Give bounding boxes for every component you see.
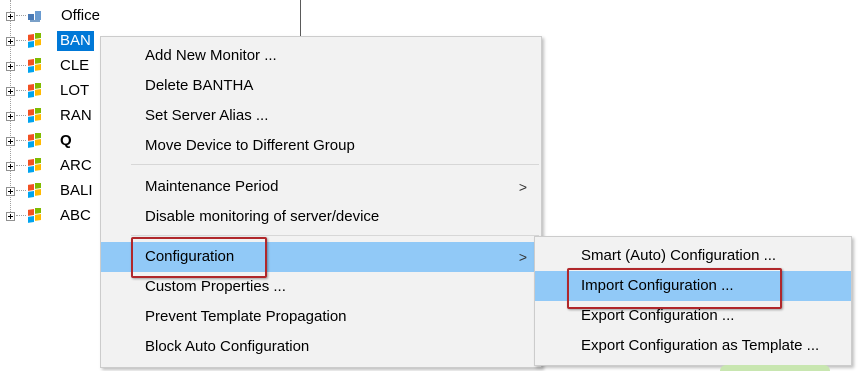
highlight-callout-import-configuration [567,268,782,309]
tree-item-label: RAN [60,107,92,124]
menu-item-maintenance-period[interactable]: Maintenance Period > [101,172,541,202]
expand-icon[interactable] [6,61,15,71]
expand-icon[interactable] [6,11,15,21]
tree-item-label: Office [61,7,100,24]
submenu-arrow-icon: > [518,249,527,265]
tree-item-label: Q [60,132,72,149]
expand-icon[interactable] [6,186,15,196]
tree-item-label: LOT [60,82,90,99]
windows-server-icon [28,183,41,198]
menu-item-label: Export Configuration as Template ... [581,337,820,354]
windows-server-icon [28,108,41,123]
windows-server-icon [28,158,41,173]
background-shape [720,365,830,371]
tree-item-label: BAN [57,31,94,51]
windows-server-icon [28,208,41,223]
tree-item-label: ARC [60,157,92,174]
menu-item-label: Export Configuration ... [581,307,735,324]
menu-item-set-server-alias[interactable]: Set Server Alias ... [101,101,541,131]
menu-item-label: Prevent Template Propagation [145,308,347,325]
menu-item-label: Delete BANTHA [145,77,254,94]
menu-item-disable-monitoring[interactable]: Disable monitoring of server/device [101,202,541,232]
expand-icon[interactable] [6,211,15,221]
menu-item-label: Custom Properties ... [145,278,286,295]
menu-item-delete[interactable]: Delete BANTHA [101,71,541,101]
windows-server-icon [28,133,41,148]
expand-icon[interactable] [6,36,15,46]
windows-server-icon [28,58,41,73]
menu-item-label: Disable monitoring of server/device [145,208,380,225]
windows-server-icon [28,83,41,98]
menu-item-label: Smart (Auto) Configuration ... [581,247,777,264]
menu-item-add-new-monitor[interactable]: Add New Monitor ... [101,41,541,71]
menu-item-move-device[interactable]: Move Device to Different Group [101,131,541,161]
submenu-arrow-icon: > [518,179,527,195]
submenu-item-export-configuration-template[interactable]: Export Configuration as Template ... [535,331,851,361]
menu-item-label: Add New Monitor ... [145,47,277,64]
menu-item-label: Block Auto Configuration [145,338,310,355]
expand-icon[interactable] [6,136,15,146]
submenu-item-smart-configuration[interactable]: Smart (Auto) Configuration ... [535,241,851,271]
expand-icon[interactable] [6,111,15,121]
tree-item-label: BALI [60,182,93,199]
group-icon [28,11,41,22]
tree-item-label: ABC [60,207,91,224]
menu-item-label: Set Server Alias ... [145,107,269,124]
menu-item-prevent-template-propagation[interactable]: Prevent Template Propagation [101,302,541,332]
menu-item-label: Move Device to Different Group [145,137,355,154]
pane-divider[interactable] [300,0,301,40]
windows-server-icon [28,33,41,48]
expand-icon[interactable] [6,161,15,171]
tree-item-label: CLE [60,57,90,74]
expand-icon[interactable] [6,86,15,96]
menu-separator [131,164,539,165]
highlight-callout-configuration [131,237,267,278]
menu-item-label: Maintenance Period [145,178,279,195]
menu-item-block-auto-configuration[interactable]: Block Auto Configuration [101,332,541,362]
context-menu: Add New Monitor ... Delete BANTHA Set Se… [100,36,542,368]
menu-separator [131,235,539,236]
